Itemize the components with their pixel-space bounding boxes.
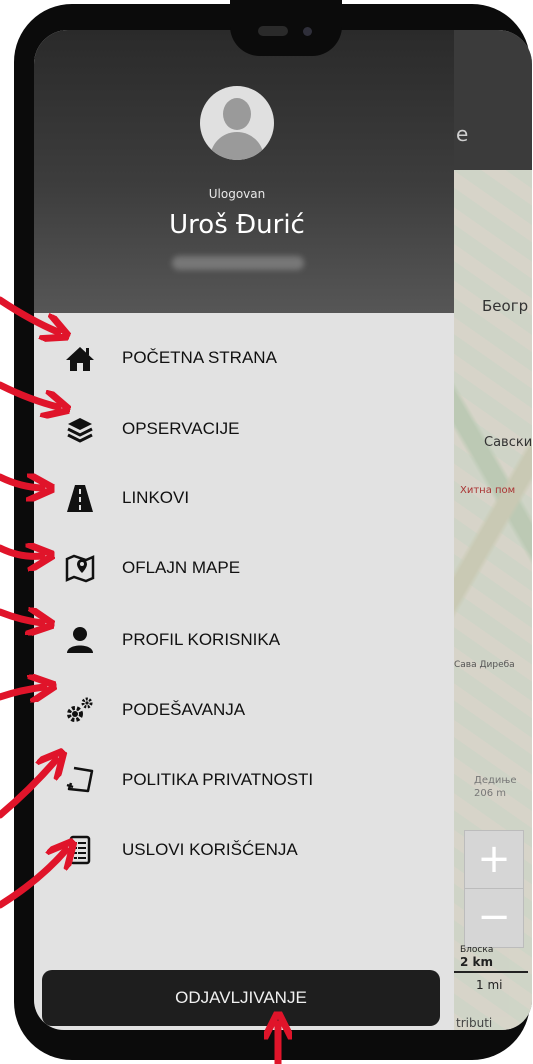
- drawer-header: Ulogovan Uroš Đurić: [34, 30, 454, 313]
- scale-bar: [454, 971, 528, 973]
- map-app-bar: e: [454, 30, 532, 170]
- menu-label-user-profile: PROFIL KORISNIKA: [122, 630, 281, 649]
- map-label-street: Сава Диреба: [454, 660, 515, 670]
- user-name: Uroš Đurić: [169, 210, 305, 240]
- front-camera: [303, 27, 312, 36]
- login-status-label: Ulogovan: [208, 187, 266, 201]
- navigation-drawer: Ulogovan Uroš Đurić POČETNA STRANA OPSER…: [34, 30, 454, 1030]
- menu-item-privacy-policy[interactable]: POLITIKA PRIVATNOSTI: [34, 755, 454, 805]
- map-view[interactable]: e Беогр Савски Хитна пом Сава Диреба Дед…: [454, 30, 532, 1030]
- menu-label-observations: OPSERVACIJE: [122, 419, 240, 438]
- zoom-out-button[interactable]: −: [464, 888, 524, 948]
- menu-label-terms-of-use: USLOVI KORIŠĆENJA: [122, 840, 298, 859]
- gears-icon: [67, 697, 93, 722]
- menu-label-offline-maps: OFLAJN MAPE: [122, 558, 241, 577]
- menu-item-user-profile[interactable]: PROFIL KORISNIKA: [34, 615, 454, 665]
- scale-km: 2 km: [460, 955, 494, 969]
- menu-label-settings: PODEŠAVANJA: [122, 700, 246, 719]
- road-icon: [67, 485, 93, 512]
- avatar[interactable]: [200, 86, 274, 160]
- menu-item-observations[interactable]: OPSERVACIJE: [34, 404, 454, 454]
- zoom-in-button[interactable]: +: [464, 830, 524, 890]
- map-label-place: Дедиње: [474, 775, 517, 786]
- menu-item-offline-maps[interactable]: OFLAJN MAPE: [34, 543, 454, 593]
- app-screen: e Беогр Савски Хитна пом Сава Диреба Дед…: [34, 30, 532, 1030]
- map-attribution[interactable]: tributi: [456, 1016, 492, 1030]
- blurred-email: [172, 256, 304, 270]
- menu-item-links[interactable]: LINKOVI: [34, 473, 454, 523]
- document-icon: [66, 766, 94, 793]
- map-label-road: Хитна пом: [460, 485, 516, 496]
- home-icon: [66, 347, 94, 371]
- layers-icon: [67, 418, 93, 443]
- scale-km-caption: Блоска: [460, 945, 494, 955]
- menu-label-home: POČETNA STRANA: [122, 348, 277, 367]
- menu-item-settings[interactable]: PODEŠAVANJA: [34, 685, 454, 735]
- notch-speaker: [258, 26, 288, 36]
- map-label-district: Савски: [484, 435, 532, 450]
- logout-button[interactable]: ODJAVLJIVANJE: [42, 970, 440, 1026]
- map-label-elevation: 206 m: [474, 788, 507, 799]
- menu-item-home[interactable]: POČETNA STRANA: [34, 333, 454, 383]
- list-icon: [69, 835, 91, 865]
- menu-label-links: LINKOVI: [122, 488, 190, 507]
- avatar-head-shape: [223, 98, 251, 130]
- avatar-body-shape: [210, 132, 264, 160]
- menu-label-privacy-policy: POLITIKA PRIVATNOSTI: [122, 770, 314, 789]
- map-header-text: e: [456, 122, 469, 146]
- map-label-city: Беогр: [482, 297, 529, 315]
- user-icon: [67, 627, 93, 653]
- map-pin-icon: [65, 554, 95, 583]
- scale-mi: 1 mi: [476, 978, 503, 992]
- menu-item-terms-of-use[interactable]: USLOVI KORIŠĆENJA: [34, 825, 454, 875]
